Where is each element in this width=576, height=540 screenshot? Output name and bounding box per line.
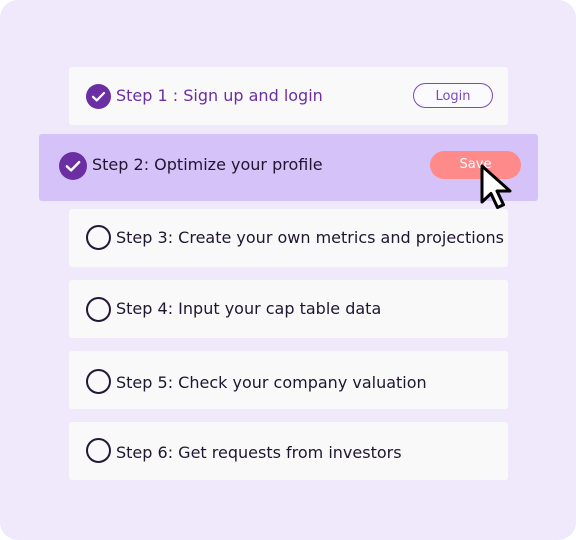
step-4-label: Step 4: Input your cap table data <box>116 299 382 318</box>
step-5-card: Step 5: Check your company valuation <box>69 351 508 409</box>
step-3-label: Step 3: Create your own metrics and proj… <box>116 228 504 247</box>
empty-circle-icon[interactable] <box>86 297 111 322</box>
empty-circle-icon[interactable] <box>86 438 111 463</box>
step-3-card: Step 3: Create your own metrics and proj… <box>69 209 508 267</box>
step-2-card: Step 2: Optimize your profile Save <box>39 134 538 201</box>
empty-circle-icon[interactable] <box>86 225 111 250</box>
step-2-label: Step 2: Optimize your profile <box>92 155 323 174</box>
step-6-card: Step 6: Get requests from investors <box>69 422 508 480</box>
step-1-card: Step 1 : Sign up and login Login <box>69 67 508 125</box>
step-5-label: Step 5: Check your company valuation <box>116 373 427 392</box>
login-button[interactable]: Login <box>413 83 493 108</box>
checkmark-circle-icon <box>59 152 87 180</box>
onboarding-checklist-panel: Step 1 : Sign up and login Login Step 2:… <box>0 0 576 540</box>
checkmark-circle-icon <box>86 84 111 109</box>
step-1-label: Step 1 : Sign up and login <box>116 86 323 105</box>
step-6-label: Step 6: Get requests from investors <box>116 443 402 462</box>
mouse-cursor-icon <box>480 164 512 209</box>
empty-circle-icon[interactable] <box>86 369 111 394</box>
step-4-card: Step 4: Input your cap table data <box>69 280 508 338</box>
